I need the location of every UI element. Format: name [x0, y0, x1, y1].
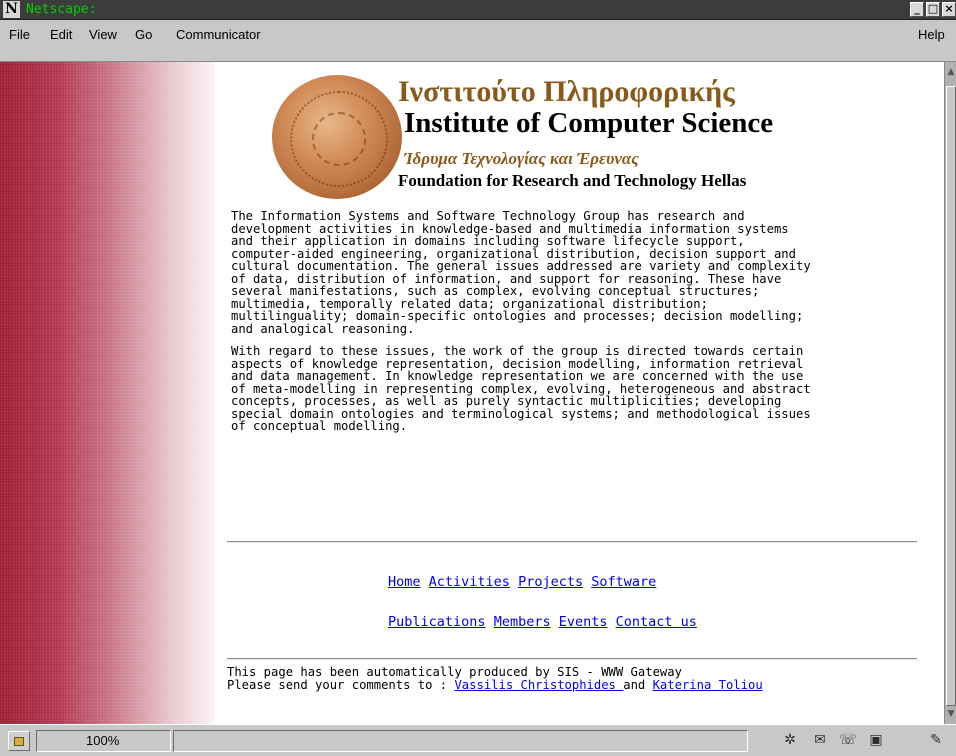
greek-foundation-subtitle: Ίδρυμα Τεχνολογίας και Έρευνας	[404, 149, 639, 168]
security-lock-icon[interactable]	[8, 731, 30, 751]
scrollbar-thumb[interactable]	[946, 86, 956, 706]
page-viewport: Ινστιτούτο Πληροφορικής Institute of Com…	[0, 62, 944, 724]
window-title: Netscape:	[26, 2, 97, 17]
scroll-down-arrow-icon[interactable]: ▼	[946, 708, 956, 720]
minimize-button[interactable]: _	[910, 2, 924, 17]
nav-link-software[interactable]: Software	[591, 574, 656, 590]
foundation-subtitle: Foundation for Research and Technology H…	[398, 171, 747, 190]
nav-link-members[interactable]: Members	[494, 614, 551, 630]
menu-file[interactable]: File	[9, 27, 30, 42]
menu-go[interactable]: Go	[135, 27, 152, 42]
footer-contact-line: Please send your comments to : Vassilis …	[227, 679, 763, 692]
menu-view[interactable]: View	[89, 27, 117, 42]
nav-link-publications[interactable]: Publications	[388, 614, 486, 630]
menu-help[interactable]: Help	[918, 27, 945, 42]
zoom-level: 100%	[36, 730, 171, 752]
contact-link-toliou[interactable]: Katerina Toliou	[653, 678, 763, 692]
navigator-icon[interactable]: ✲	[780, 731, 800, 749]
institute-title: Institute of Computer Science	[404, 107, 774, 139]
nav-link-home[interactable]: Home	[388, 574, 421, 590]
phaistos-disc-logo	[272, 75, 402, 199]
menu-edit[interactable]: Edit	[50, 27, 72, 42]
nav-row-secondary: Publications Members Events Contact us	[388, 614, 697, 630]
divider	[227, 541, 917, 543]
menu-bar: File Edit View Go Communicator Help	[0, 20, 956, 62]
nav-link-events[interactable]: Events	[559, 614, 608, 630]
footer-and: and	[623, 678, 653, 692]
edit-pencil-icon[interactable]: ✎	[926, 731, 946, 749]
divider	[227, 658, 917, 660]
scroll-up-arrow-icon[interactable]: ▲	[946, 66, 956, 78]
netscape-logo-icon: N	[3, 1, 20, 18]
contact-link-christophides[interactable]: Vassilis Christophides	[454, 678, 623, 692]
maximize-button[interactable]: □	[926, 2, 940, 17]
composer-icon[interactable]: ▣	[866, 731, 886, 749]
intro-paragraph: The Information Systems and Software Tec…	[231, 209, 811, 336]
status-message-field	[173, 730, 748, 752]
title-bar: N Netscape: _ □ ×	[0, 0, 956, 20]
nav-link-projects[interactable]: Projects	[518, 574, 583, 590]
footer-contact-prefix: Please send your comments to :	[227, 678, 455, 692]
status-bar: 100% ✲ ✉ ☏ ▣ ✎	[0, 724, 956, 756]
decorative-sidebar-background	[0, 62, 215, 724]
nav-link-activities[interactable]: Activities	[429, 574, 510, 590]
mail-icon[interactable]: ✉	[810, 731, 830, 749]
menu-communicator[interactable]: Communicator	[176, 27, 261, 42]
vertical-scrollbar[interactable]: ▲ ▼	[944, 62, 956, 724]
research-paragraph: With regard to these issues, the work of…	[231, 344, 811, 433]
nav-link-contact[interactable]: Contact us	[616, 614, 697, 630]
nav-row-primary: Home Activities Projects Software	[388, 574, 656, 590]
discussions-icon[interactable]: ☏	[838, 731, 858, 749]
close-button[interactable]: ×	[942, 2, 956, 17]
greek-institute-title: Ινστιτούτο Πληροφορικής	[398, 75, 735, 108]
